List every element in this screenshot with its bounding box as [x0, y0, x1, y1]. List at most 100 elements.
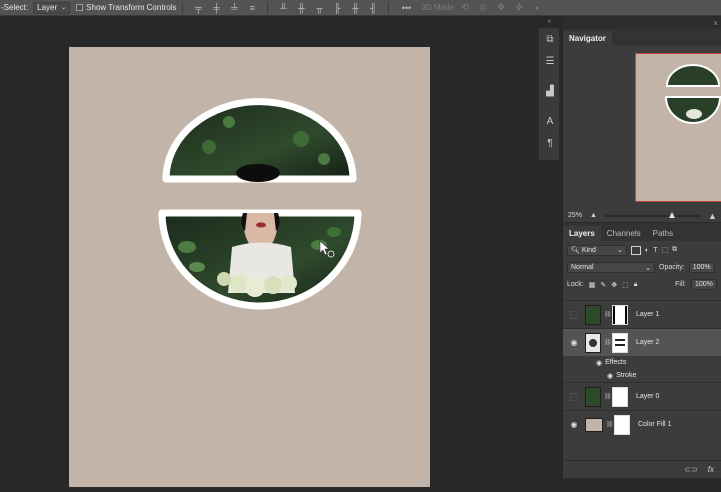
filter-shape-icon[interactable]: ⬚ [662, 246, 669, 254]
align-top-icon[interactable]: ╤ [192, 2, 204, 14]
visibility-toggle[interactable] [563, 392, 585, 401]
align-bottom-icon[interactable]: ╧ [228, 2, 240, 14]
eye-icon: ◉ [570, 420, 578, 429]
opacity-field[interactable]: 100% [688, 262, 715, 273]
fill-field[interactable]: 100% [691, 279, 717, 290]
navigator-thumbnail[interactable] [635, 53, 721, 202]
layer-filter-row: 🔍︎ Kind ⌄ ◐ T ⬚ ⧉ [563, 241, 721, 259]
options-bar: -Select: Layer ⌄ Show Transform Controls… [0, 0, 721, 16]
document-canvas[interactable] [69, 47, 430, 487]
lock-row: Lock: ▦ ✎ ✥ ⬚ 🔒︎ Fill: 100% [563, 276, 721, 293]
lock-transparent-icon[interactable]: ▦ [589, 281, 596, 289]
more-options-icon[interactable]: ••• [398, 2, 414, 14]
lock-label: Lock: [567, 281, 584, 288]
distribute-right-icon[interactable]: ╢ [367, 2, 379, 14]
layer-name[interactable]: Color Fill 1 [638, 421, 671, 428]
blend-mode-dropdown[interactable]: Normal ⌄ [567, 262, 655, 273]
visibility-toggle[interactable]: ◉ [563, 420, 585, 429]
zoom-slider[interactable] [604, 211, 700, 218]
layer-name[interactable]: Layer 0 [636, 393, 659, 400]
lock-image-icon[interactable]: ✎ [600, 281, 606, 289]
panel-header: × [563, 17, 721, 29]
effects-label: Effects [605, 359, 627, 366]
opacity-value: 100% [692, 264, 711, 271]
blend-row: Normal ⌄ Opacity: 100% [563, 259, 721, 276]
layer-mask-thumbnail [612, 304, 628, 325]
tab-paths[interactable]: Paths [647, 226, 679, 241]
fx-button[interactable]: fx [708, 465, 714, 474]
align-vertical-center-icon[interactable]: ╪ [210, 2, 222, 14]
layer-effects-row[interactable]: ◉ Effects [563, 356, 721, 369]
link-icon[interactable]: ⛓ [604, 393, 612, 400]
chevron-down-icon: ⌄ [61, 5, 67, 11]
filter-pixel-icon[interactable] [631, 245, 641, 255]
panel-dock: « ⧉ ☰ ▟ A ¶ [537, 17, 562, 478]
link-icon[interactable]: ⛓ [604, 311, 612, 318]
auto-select-dropdown[interactable]: Layer ⌄ [33, 1, 71, 14]
layer-row-layer-2[interactable]: ◉ ⛓ Layer 2 [563, 328, 721, 356]
character-icon[interactable]: A [539, 110, 561, 132]
lock-position-icon[interactable]: ✥ [611, 281, 617, 289]
distribute-top-icon[interactable]: ╨ [277, 2, 289, 14]
zoom-in-icon[interactable]: ▲ [708, 211, 717, 221]
layer-row-layer-1[interactable]: ⛓ Layer 1 [563, 300, 721, 328]
distribute-hcenter-icon[interactable]: ╫ [349, 2, 361, 14]
align-left-icon[interactable]: ≡ [246, 2, 258, 14]
navigator-preview[interactable] [563, 46, 721, 209]
eye-icon[interactable]: ◉ [596, 359, 602, 367]
distribute-bottom-icon[interactable]: ╥ [313, 2, 325, 14]
layer-thumbnail [585, 332, 601, 353]
bottom-half-photo [158, 209, 362, 310]
history-icon[interactable]: ⧉ [539, 28, 561, 50]
blend-mode-value: Normal [571, 264, 594, 271]
auto-select-label: -Select: [1, 3, 29, 12]
collapse-icon[interactable]: « [537, 17, 562, 25]
filter-kind-dropdown[interactable]: 🔍︎ Kind ⌄ [567, 244, 627, 256]
zoom-out-icon[interactable]: ▲ [590, 212, 597, 219]
filter-adjustment-icon[interactable]: ◐ [645, 247, 649, 254]
paragraph-icon[interactable]: ¶ [539, 132, 561, 154]
3d-roll-icon[interactable]: ◎ [477, 2, 489, 14]
auto-select-value: Layer [37, 3, 58, 12]
layer-mask-thumbnail [612, 386, 628, 407]
close-panel-icon[interactable]: × [713, 19, 718, 28]
visibility-toggle[interactable] [563, 310, 585, 319]
fill-value: 100% [695, 281, 713, 288]
fill-swatch-thumbnail [585, 417, 603, 432]
3d-scale-icon[interactable]: ▪ [531, 2, 543, 14]
eye-icon[interactable]: ◉ [607, 372, 613, 380]
show-transform-controls[interactable]: Show Transform Controls [76, 3, 176, 12]
canvas-area[interactable] [0, 17, 537, 487]
stroke-effect-row[interactable]: ◉ Stroke [563, 369, 721, 382]
filter-smartobject-icon[interactable]: ⧉ [672, 246, 677, 254]
3d-slide-icon[interactable]: ✣ [513, 2, 525, 14]
canvas-artwork [158, 98, 362, 310]
link-icon[interactable]: ⛓ [604, 339, 612, 346]
tab-channels[interactable]: Channels [601, 226, 647, 241]
distribute-left-icon[interactable]: ╟ [331, 2, 343, 14]
zoom-slider-handle[interactable] [668, 211, 675, 218]
visibility-toggle[interactable]: ◉ [563, 338, 585, 347]
3d-pan-icon[interactable]: ✥ [495, 2, 507, 14]
tab-layers[interactable]: Layers [563, 226, 601, 241]
distribute-center-icon[interactable]: ╫ [295, 2, 307, 14]
opacity-label: Opacity: [659, 264, 685, 271]
layer-row-layer-0[interactable]: ⛓ Layer 0 [563, 382, 721, 410]
filter-type-icon[interactable]: T [653, 247, 657, 254]
layer-mask-thumbnail [614, 414, 630, 435]
navigator-artwork [664, 64, 721, 124]
histogram-icon[interactable]: ▟ [539, 80, 561, 102]
link-layers-icon[interactable]: ⊂⊃ [684, 465, 697, 474]
adjustments-icon[interactable]: ☰ [539, 50, 561, 72]
link-icon[interactable]: ⛓ [606, 421, 614, 428]
tab-navigator[interactable]: Navigator [563, 31, 612, 46]
divider [267, 1, 269, 14]
layer-thumbnail [585, 304, 601, 325]
3d-orbit-icon[interactable]: ⟲ [459, 2, 471, 14]
layer-name[interactable]: Layer 1 [636, 311, 659, 318]
show-transform-checkbox[interactable] [76, 4, 84, 11]
layer-row-color-fill-1[interactable]: ◉ ⛓ Color Fill 1 [563, 410, 721, 438]
lock-artboard-icon[interactable]: ⬚ [622, 281, 629, 289]
layer-name[interactable]: Layer 2 [636, 339, 659, 346]
lock-all-icon[interactable]: 🔒︎ [634, 281, 638, 289]
